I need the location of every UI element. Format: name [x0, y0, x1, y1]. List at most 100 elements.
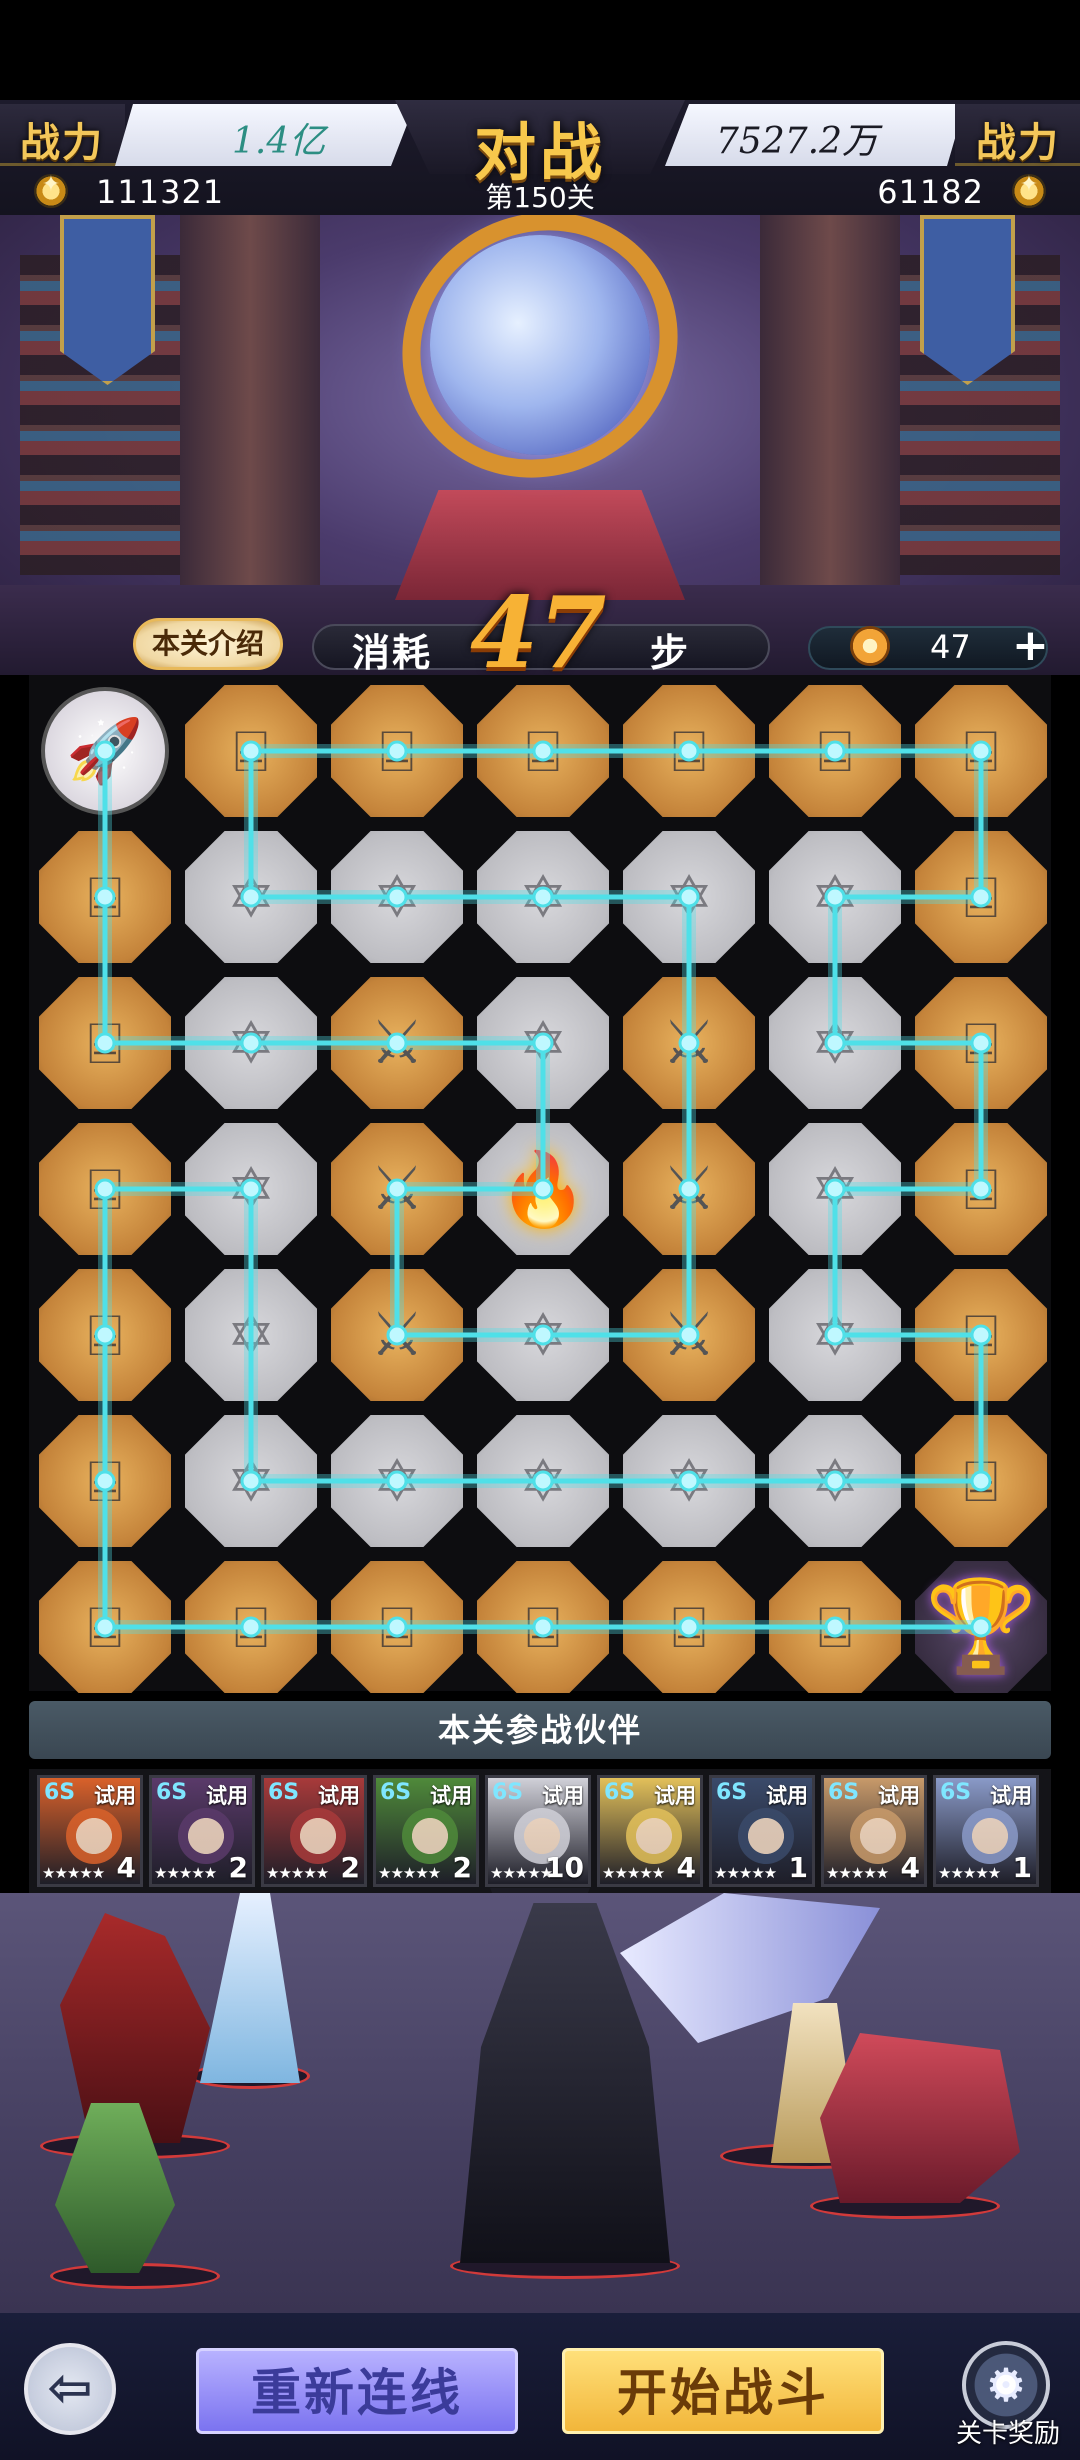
- partner-count: 4: [676, 1851, 696, 1884]
- partner-count: 2: [452, 1851, 472, 1884]
- partner-count: 4: [900, 1851, 920, 1884]
- battle-header: 战力 1.4亿 对战 7527.2万 战力 111321 第150关 61182: [0, 100, 1080, 215]
- partner-grade: 6S: [268, 1780, 300, 1805]
- partner-trial-badge: 试用: [318, 1784, 360, 1808]
- path-node: [824, 1616, 846, 1638]
- partner-card[interactable]: 6S 试用 ★★★★★ 4: [37, 1775, 143, 1887]
- path-node: [386, 1616, 408, 1638]
- partner-card[interactable]: 6S 试用 ★★★★★ 1: [933, 1775, 1039, 1887]
- path-node: [824, 1324, 846, 1346]
- path-node: [386, 1178, 408, 1200]
- step-count: 47: [470, 576, 607, 691]
- path-node: [824, 1470, 846, 1492]
- path-node: [970, 740, 992, 762]
- path-node: [970, 1616, 992, 1638]
- path-node: [240, 740, 262, 762]
- partner-grade: 6S: [380, 1780, 412, 1805]
- back-icon[interactable]: ⇦: [24, 2343, 116, 2435]
- pillar-right: [760, 215, 900, 645]
- partner-count: 10: [545, 1851, 584, 1884]
- path-node: [386, 1032, 408, 1054]
- energy-icon: [850, 626, 890, 666]
- path-node: [970, 1178, 992, 1200]
- avatar: [66, 1808, 122, 1864]
- partner-card[interactable]: 6S 试用 ★★★★★ 4: [597, 1775, 703, 1887]
- reward-label[interactable]: 关卡奖励: [956, 2413, 1060, 2450]
- avatar: [290, 1808, 346, 1864]
- hero-red-beast: [820, 2033, 1020, 2203]
- bottom-bar: ⇦ 重新连线 开始战斗 ⚙ 关卡奖励: [0, 2313, 1080, 2460]
- path-node: [678, 886, 700, 908]
- path-node: [532, 1178, 554, 1200]
- partner-stars: ★★★★★: [266, 1864, 329, 1882]
- step-unit: 步: [650, 631, 689, 675]
- path-node: [532, 886, 554, 908]
- partners-title: 本关参战伙伴: [437, 1711, 642, 1749]
- energy-value: 47: [930, 628, 971, 666]
- partner-stars: ★★★★★: [826, 1864, 889, 1882]
- path-node: [678, 1616, 700, 1638]
- partner-grade: 6S: [44, 1780, 76, 1805]
- hero-white-dragon: [620, 1893, 880, 2043]
- partner-count: 1: [1012, 1851, 1032, 1884]
- partner-stars: ★★★★★: [938, 1864, 1001, 1882]
- avatar: [178, 1808, 234, 1864]
- partner-trial-badge: 试用: [990, 1784, 1032, 1808]
- partner-count: 1: [788, 1851, 808, 1884]
- path-node: [678, 1324, 700, 1346]
- path-node: [970, 1324, 992, 1346]
- partner-card[interactable]: 6S 试用 ★★★★★ 1: [709, 1775, 815, 1887]
- score-row: 111321 第150关 61182: [0, 170, 1080, 214]
- battlefield: [0, 1893, 1080, 2313]
- partner-grade: 6S: [604, 1780, 636, 1805]
- path-node: [94, 1616, 116, 1638]
- partners-header: 本关参战伙伴: [29, 1701, 1051, 1759]
- star-icon: [1012, 172, 1046, 208]
- partner-trial-badge: 试用: [206, 1784, 248, 1808]
- path-node: [386, 740, 408, 762]
- partner-trial-badge: 试用: [766, 1784, 808, 1808]
- partner-stars: ★★★★★: [714, 1864, 777, 1882]
- partner-stars: ★★★★★: [490, 1864, 553, 1882]
- right-power-value: 7527.2万: [716, 121, 878, 162]
- partner-card[interactable]: 6S 试用 ★★★★★ 2: [261, 1775, 367, 1887]
- path-node: [532, 1616, 554, 1638]
- plus-icon[interactable]: +: [1012, 620, 1049, 671]
- path-node: [386, 1324, 408, 1346]
- partner-count: 4: [116, 1851, 136, 1884]
- partners-list: 6S 试用 ★★★★★ 4 6S 试用 ★★★★★ 2 6S 试用 ★★★★★ 2 6S 试用 ★★★★★ 2…: [29, 1769, 1051, 1893]
- stage-info-bar: 本关介绍 消耗 47 步 47 +: [0, 576, 1080, 691]
- right-power-label: 战力: [976, 119, 1060, 166]
- path-node: [970, 886, 992, 908]
- avatar: [626, 1808, 682, 1864]
- path-node: [240, 1470, 262, 1492]
- path-node: [678, 1178, 700, 1200]
- partner-card[interactable]: 6S 试用 ★★★★★ 2: [373, 1775, 479, 1887]
- path-node: [94, 1470, 116, 1492]
- path-node: [824, 740, 846, 762]
- path-node: [386, 1470, 408, 1492]
- partner-trial-badge: 试用: [94, 1784, 136, 1808]
- partner-grade: 6S: [828, 1780, 860, 1805]
- path-node: [94, 886, 116, 908]
- avatar: [738, 1808, 794, 1864]
- path-node: [386, 886, 408, 908]
- path-node: [824, 1032, 846, 1054]
- partner-card[interactable]: 6S 试用 ★★★★★ 10: [485, 1775, 591, 1887]
- puzzle-board: 🚀⌸⌸⌸⌸⌸⌸⌸✡✡✡✡✡⌸⌸✡⚔✡⚔✡⌸⌸✡⚔🔥⚔✡⌸⌸✡⚔✡⚔✡⌸⌸✡✡✡✡…: [29, 675, 1051, 1693]
- partner-stars: ★★★★★: [602, 1864, 665, 1882]
- partner-trial-badge: 试用: [430, 1784, 472, 1808]
- avatar: [850, 1808, 906, 1864]
- partner-trial-badge: 试用: [542, 1784, 584, 1808]
- path-node: [678, 1470, 700, 1492]
- stage-intro-button[interactable]: 本关介绍: [133, 618, 283, 670]
- partner-trial-badge: 试用: [654, 1784, 696, 1808]
- partner-card[interactable]: 6S 试用 ★★★★★ 2: [149, 1775, 255, 1887]
- path-node: [824, 1178, 846, 1200]
- relink-button[interactable]: 重新连线: [196, 2348, 518, 2434]
- start-battle-button[interactable]: 开始战斗: [562, 2348, 884, 2434]
- path-node: [532, 1324, 554, 1346]
- partner-card[interactable]: 6S 试用 ★★★★★ 4: [821, 1775, 927, 1887]
- partner-stars: ★★★★★: [154, 1864, 217, 1882]
- avatar: [402, 1808, 458, 1864]
